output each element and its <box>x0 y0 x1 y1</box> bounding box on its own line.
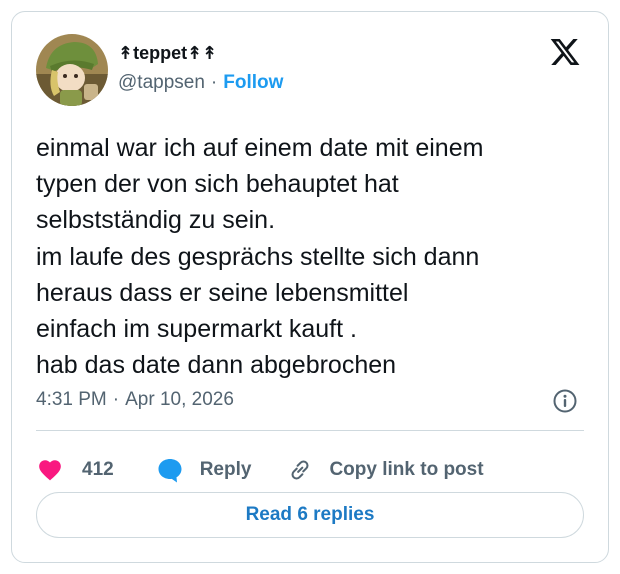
heart-icon <box>39 460 61 481</box>
reply-button[interactable]: Reply <box>156 456 252 484</box>
read-replies-button[interactable]: Read 6 replies <box>36 492 584 538</box>
tweet-timestamp[interactable]: 4:31 PM · Apr 10, 2026 <box>36 387 234 413</box>
tweet-line: typen der von sich behauptet hat <box>36 170 399 199</box>
tweet-text: einmal war ich auf einem date mit einem … <box>36 130 596 383</box>
chat-bubble-icon <box>158 459 182 483</box>
like-button[interactable]: 412 <box>36 457 114 483</box>
tweet-line: hab das date dann abgebrochen <box>36 351 397 380</box>
reply-label: Reply <box>199 459 252 480</box>
info-icon[interactable] <box>552 388 578 414</box>
tweet-line: einmal war ich auf einem date mit einem <box>36 134 484 162</box>
tweet-card: ↟teppet↟↟ @tappsen · Follow einmal war i… <box>11 11 609 563</box>
tweet-date[interactable]: Apr 10, 2026 <box>125 389 234 411</box>
link-icon <box>291 460 309 480</box>
avatar-image <box>36 34 108 106</box>
action-bar: 412 Reply Copy link to post <box>36 448 484 492</box>
copy-link-label: Copy link to post <box>329 459 484 480</box>
author-name-row[interactable]: ↟teppet↟↟ <box>118 40 217 66</box>
follow-button[interactable]: Follow <box>223 72 283 94</box>
tweet-line: selbstständig zu sein. <box>36 206 276 235</box>
tweet-time[interactable]: 4:31 PM <box>36 389 107 411</box>
author-handle[interactable]: @tappsen <box>118 72 205 94</box>
x-logo-icon[interactable] <box>548 36 582 68</box>
tweet-line: einfach im supermarkt kauft . <box>36 315 357 344</box>
divider <box>36 430 584 431</box>
timestamp-separator: · <box>112 389 120 410</box>
author-display-name[interactable]: ↟teppet↟↟ <box>118 43 217 64</box>
tweet-line: heraus dass er seine lebensmittel <box>36 278 409 307</box>
like-count: 412 <box>82 459 114 480</box>
author-handle-row: @tappsen · Follow <box>118 70 283 96</box>
read-replies-label: Read 6 replies <box>245 504 375 525</box>
tweet-line: im laufe des gesprächs stellte sich dann <box>36 242 480 271</box>
avatar[interactable] <box>36 34 108 106</box>
handle-separator: · <box>210 72 218 93</box>
copy-link-button[interactable]: Copy link to post <box>287 457 484 483</box>
